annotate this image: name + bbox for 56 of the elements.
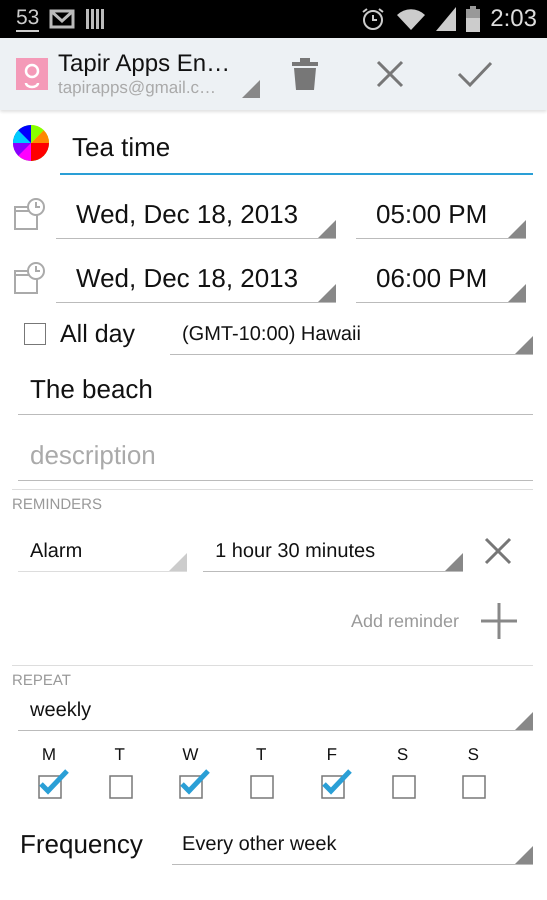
all-day-label: All day	[60, 320, 136, 348]
checkmark-icon	[456, 60, 492, 88]
date-dropdown[interactable]: Wed, Dec 18, 2013	[56, 189, 336, 239]
time-dropdown[interactable]: 05:00 PM	[356, 189, 526, 239]
color-wheel-icon[interactable]	[12, 124, 50, 162]
dropdown-icon	[515, 712, 533, 730]
frequency-label: Frequency	[20, 828, 144, 860]
dropdown-icon	[169, 553, 188, 571]
wifi-icon	[396, 7, 426, 31]
battery-icon	[466, 6, 480, 32]
weekday-label: W	[181, 745, 200, 765]
dropdown-icon	[445, 553, 464, 571]
reminder-time-dropdown[interactable]: 1 hour 30 minutes	[203, 530, 464, 572]
dropdown-icon	[318, 284, 336, 302]
repeat-dropdown[interactable]: weekly	[18, 689, 533, 731]
weekday-checkbox[interactable]	[38, 767, 70, 799]
date-dropdown[interactable]: Wed, Dec 18, 2013	[56, 253, 336, 303]
calendar-clock-icon	[12, 261, 46, 295]
close-icon	[484, 537, 512, 565]
weekday-label: F	[326, 745, 338, 765]
all-day-checkbox[interactable]	[24, 323, 46, 345]
weekday-label: T	[114, 745, 126, 765]
time-dropdown[interactable]: 06:00 PM	[356, 253, 526, 303]
calendar-clock-icon	[12, 197, 46, 231]
weekday-checkbox[interactable]	[179, 767, 212, 799]
frequency-dropdown[interactable]: Every other week	[172, 823, 533, 865]
dropdown-icon	[318, 220, 336, 238]
trash-icon	[290, 57, 318, 91]
location-field[interactable]: The beach	[18, 363, 533, 415]
alarm-icon	[360, 6, 386, 32]
section-heading: REMINDERS	[12, 489, 533, 513]
plus-icon	[481, 603, 517, 639]
signal-icon	[436, 7, 456, 31]
dropdown-icon	[242, 80, 260, 98]
mail-icon	[49, 9, 76, 29]
account-name: Tapir Apps En…	[58, 50, 230, 78]
weekday-label: T	[254, 745, 268, 765]
account-selector[interactable]: Tapir Apps En… tapirapps@gmail.c…	[0, 38, 262, 110]
reminder-method-dropdown[interactable]: Alarm	[18, 530, 188, 572]
section-heading: REPEAT	[12, 665, 533, 689]
weekday-checkbox[interactable]	[320, 767, 353, 799]
weekday-label: M	[40, 745, 58, 765]
close-icon	[376, 60, 404, 88]
notification-count: 53	[16, 6, 40, 32]
dropdown-icon	[508, 220, 526, 238]
timezone-dropdown[interactable]: (GMT-10:00) Hawaii	[170, 313, 533, 355]
weekday-label: S	[466, 745, 480, 765]
account-email: tapirapps@gmail.c…	[58, 78, 218, 98]
title-field[interactable]: Tea time	[60, 120, 533, 175]
weekday-label: S	[396, 745, 410, 765]
dropdown-icon	[508, 284, 526, 302]
description-field[interactable]: description	[18, 429, 533, 481]
clock-time: 2:03	[490, 5, 537, 33]
dropdown-icon	[515, 846, 533, 864]
dropdown-icon	[515, 336, 533, 354]
barcode-icon	[85, 8, 106, 30]
